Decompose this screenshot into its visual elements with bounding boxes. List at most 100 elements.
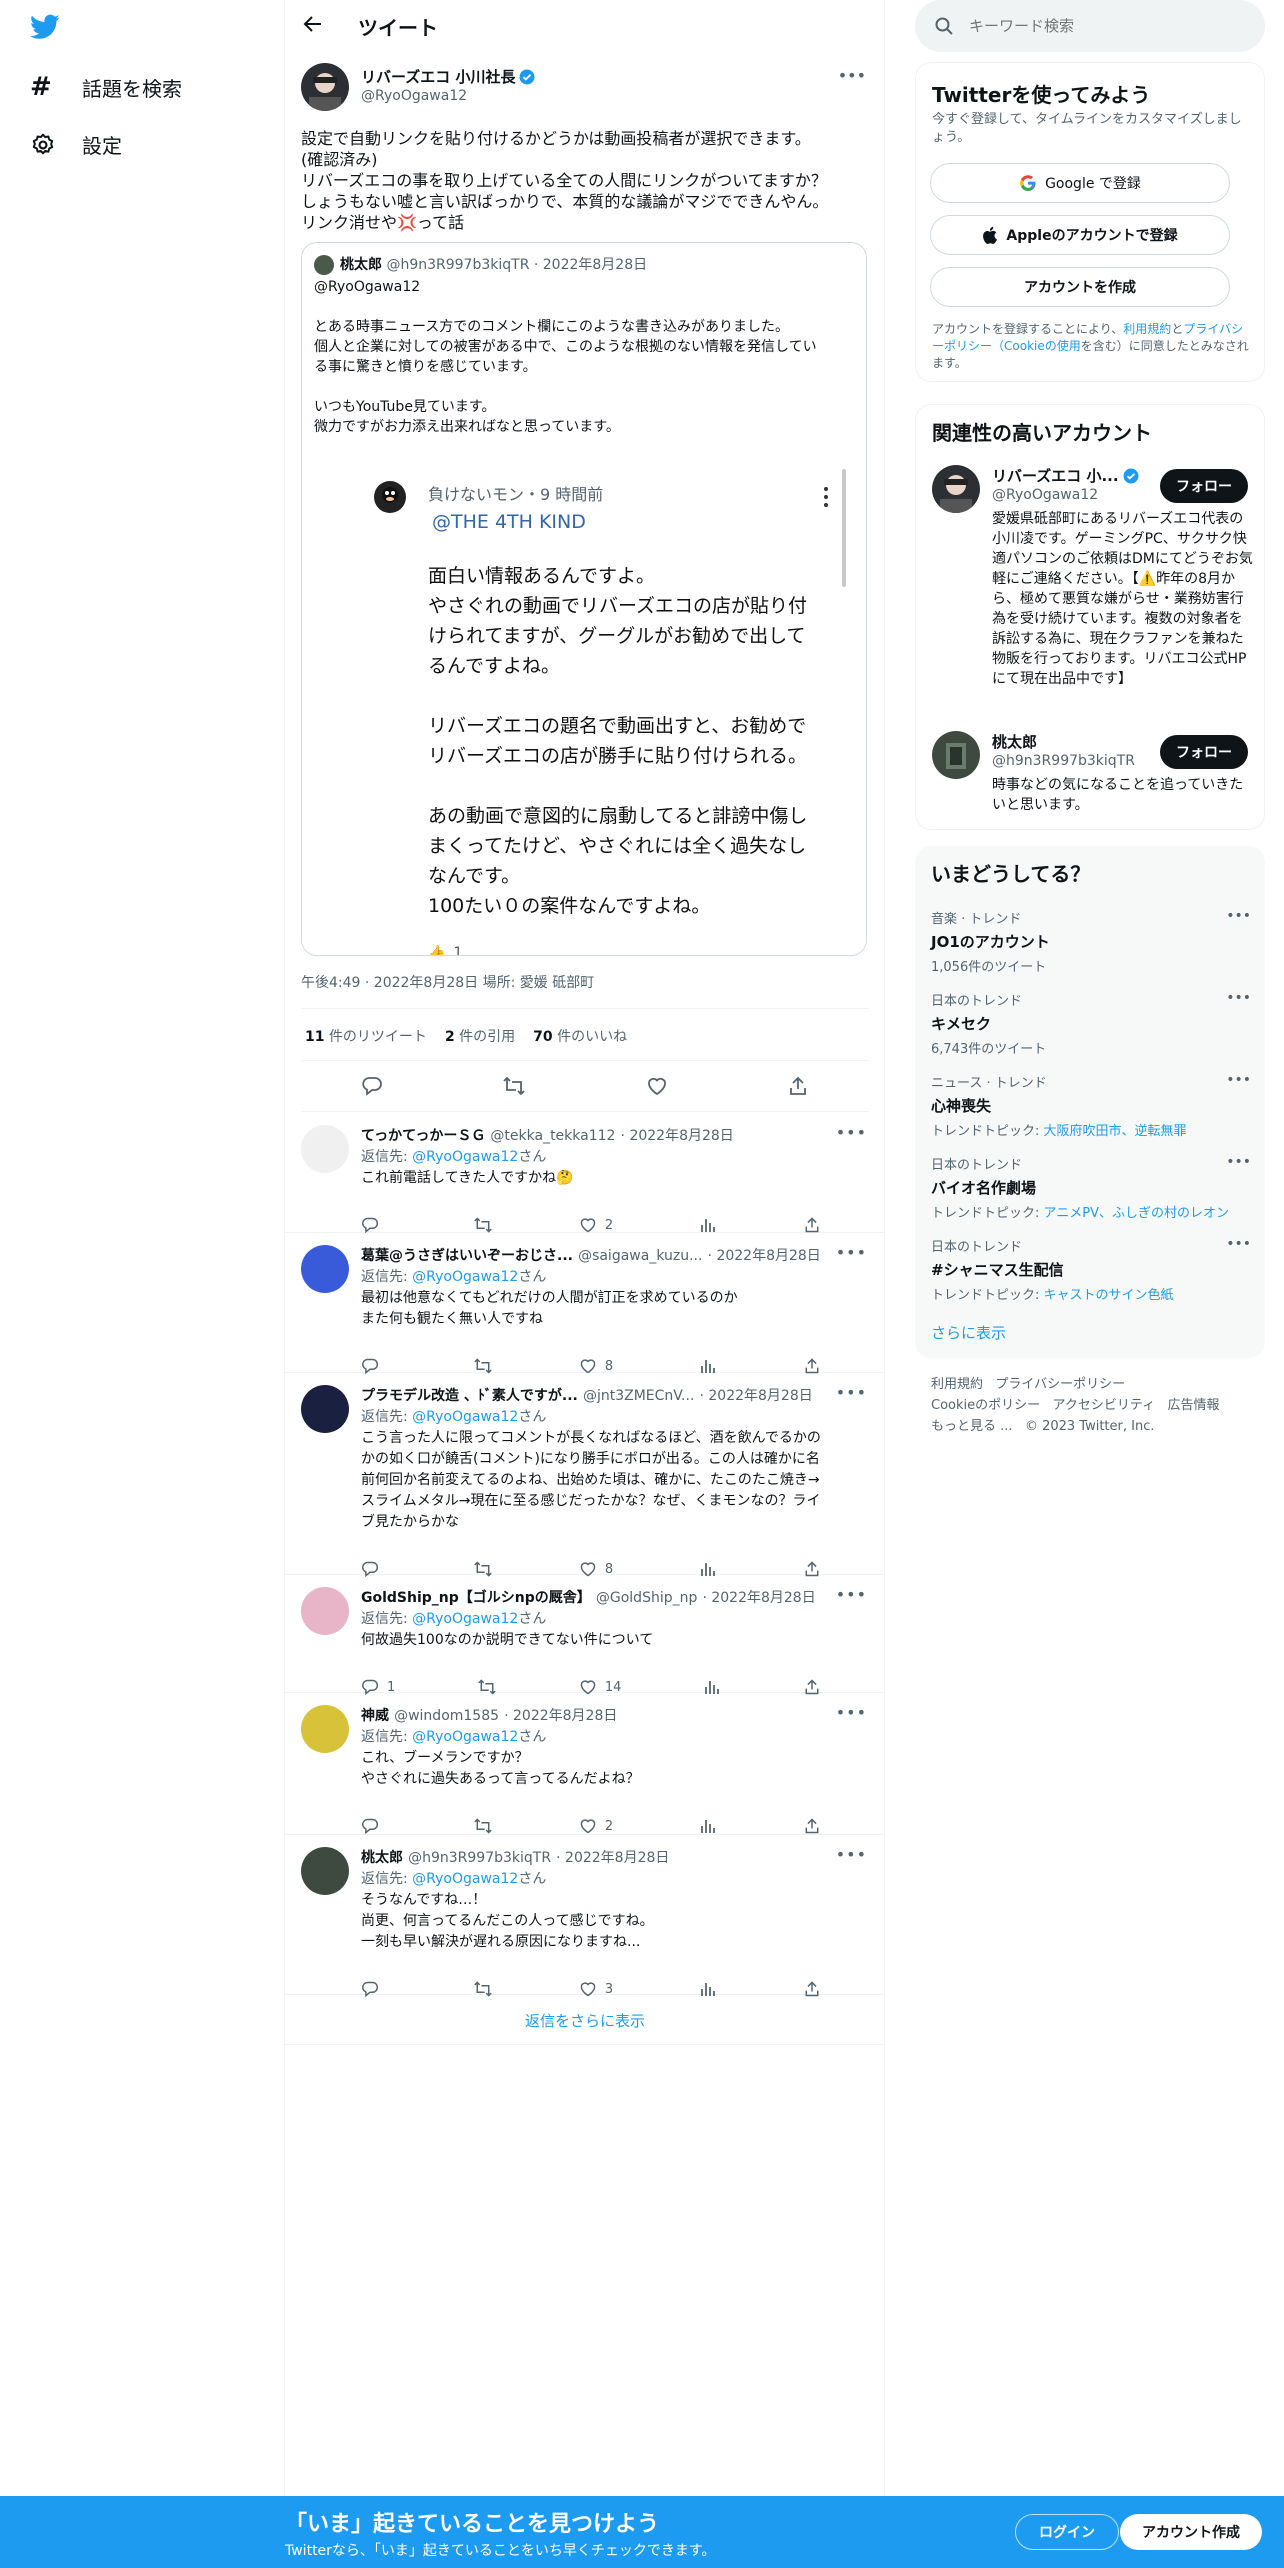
avatar[interactable]: [301, 1385, 349, 1433]
reply-date[interactable]: · 2022年8月28日: [702, 1590, 815, 1606]
reply-display-name[interactable]: 葛葉@うさぎはいいぞーおじさ...: [361, 1248, 573, 1264]
reply-icon[interactable]: [361, 1075, 383, 1097]
footer-link[interactable]: 利用規約: [931, 1377, 983, 1392]
reply-handle[interactable]: @tekka_tekka112: [490, 1128, 615, 1144]
footer-link[interactable]: 広告情報: [1168, 1398, 1220, 1413]
search-box[interactable]: [915, 0, 1265, 52]
reply-date[interactable]: · 2022年8月28日: [699, 1388, 812, 1404]
reply-to-mention[interactable]: @RyoOgawa12: [412, 1149, 518, 1165]
nav-settings[interactable]: 設定: [30, 130, 122, 159]
google-signup-button[interactable]: Google で登録: [930, 163, 1230, 203]
search-input[interactable]: [969, 14, 1239, 38]
avatar[interactable]: [301, 1847, 349, 1895]
avatar[interactable]: [301, 1125, 349, 1173]
show-more-replies-link[interactable]: 返信をさらに表示: [285, 2010, 885, 2031]
more-options-icon[interactable]: •••: [836, 1585, 867, 1604]
reply-tweet[interactable]: 桃太郎 @h9n3R997b3kiqTR · 2022年8月28日 ••• 返信…: [285, 1835, 885, 1998]
trend-item[interactable]: 日本のトレンド #シャニマス生配信 トレンドトピック: キャストのサイン色紙 •…: [931, 1236, 1251, 1303]
trend-item[interactable]: 音楽 · トレンド JO1のアカウント 1,056件のツイート •••: [931, 908, 1251, 975]
tweet-timestamp[interactable]: 午後4:49 · 2022年8月28日 場所: 愛媛 砥部町: [301, 972, 594, 992]
trends-show-more[interactable]: さらに表示: [931, 1322, 1006, 1343]
reply-display-name[interactable]: GoldShip_np【ゴルシnpの厩舎】: [361, 1590, 591, 1606]
retweet-icon[interactable]: [502, 1075, 526, 1097]
reply-to-mention[interactable]: @RyoOgawa12: [412, 1871, 518, 1887]
nav-explore[interactable]: # 話題を検索: [30, 72, 182, 102]
footer-more-link[interactable]: もっと見る ...: [931, 1419, 1013, 1434]
more-options-icon[interactable]: •••: [836, 1123, 867, 1142]
author-name-row[interactable]: リバーズエコ 小川社長: [361, 66, 535, 87]
avatar[interactable]: [301, 1705, 349, 1753]
create-account-button[interactable]: アカウントを作成: [930, 267, 1230, 307]
reply-date[interactable]: · 2022年8月28日: [504, 1708, 617, 1724]
reply-action[interactable]: [361, 1817, 387, 1835]
views-action[interactable]: [699, 1216, 717, 1234]
related-avatar[interactable]: [932, 465, 980, 513]
reply-action[interactable]: [361, 1216, 387, 1234]
quotes-stat[interactable]: 2 件の引用: [445, 1026, 515, 1046]
share-icon[interactable]: [787, 1075, 809, 1097]
login-button[interactable]: ログイン: [1015, 2514, 1119, 2550]
trend-item[interactable]: 日本のトレンド バイオ名作劇場 トレンドトピック: アニメPV、ふしぎの村のレオ…: [931, 1154, 1251, 1221]
reply-to-mention[interactable]: @RyoOgawa12: [412, 1269, 518, 1285]
reply-tweet[interactable]: てっかてっかーＳＧ @tekka_tekka112 · 2022年8月28日 •…: [285, 1113, 885, 1234]
more-options-icon[interactable]: •••: [1226, 1072, 1251, 1088]
like-action[interactable]: 2: [579, 1216, 613, 1234]
footer-link[interactable]: プライバシーポリシー: [995, 1377, 1125, 1392]
avatar[interactable]: [301, 1587, 349, 1635]
reply-to-mention[interactable]: @RyoOgawa12: [412, 1409, 518, 1425]
terms-link[interactable]: 利用規約: [1123, 322, 1171, 336]
trend-topic[interactable]: アニメPV、ふしぎの村のレオン: [1044, 1206, 1229, 1221]
signup-button[interactable]: アカウント作成: [1120, 2514, 1262, 2550]
reply-handle[interactable]: @saigawa_kuzu...: [578, 1248, 702, 1264]
related-name[interactable]: 桃太郎: [992, 731, 1037, 752]
retweet-action[interactable]: [473, 1216, 493, 1234]
more-options-icon[interactable]: •••: [1226, 990, 1251, 1006]
views-action[interactable]: [699, 1817, 717, 1835]
like-action[interactable]: 2: [579, 1817, 613, 1835]
footer-link[interactable]: Cookieのポリシー: [931, 1398, 1040, 1413]
reply-tweet[interactable]: GoldShip_np【ゴルシnpの厩舎】 @GoldShip_np · 202…: [285, 1575, 885, 1696]
reply-handle[interactable]: @windom1585: [394, 1708, 499, 1724]
retweet-action[interactable]: [473, 1980, 493, 1998]
reply-tweet[interactable]: 葛葉@うさぎはいいぞーおじさ... @saigawa_kuzu... · 202…: [285, 1233, 885, 1375]
share-action[interactable]: [803, 1980, 821, 1998]
more-options-icon[interactable]: •••: [1226, 1236, 1251, 1252]
more-options-icon[interactable]: •••: [836, 1703, 867, 1722]
twitter-logo-icon[interactable]: [30, 14, 60, 40]
quote-tweet-card[interactable]: 桃太郎 @h9n3R997b3kiqTR · 2022年8月28日 @RyoOg…: [301, 242, 867, 956]
likes-stat[interactable]: 70 件のいいね: [533, 1026, 627, 1046]
reply-handle[interactable]: @GoldShip_np: [596, 1590, 698, 1606]
reply-to-mention[interactable]: @RyoOgawa12: [412, 1611, 518, 1627]
like-icon[interactable]: [646, 1075, 668, 1097]
more-options-icon[interactable]: •••: [836, 1243, 867, 1262]
retweet-action[interactable]: [473, 1817, 493, 1835]
reply-handle[interactable]: @jnt3ZMECnV...: [583, 1388, 694, 1404]
trend-topic[interactable]: 大阪府吹田市、逆転無罪: [1044, 1124, 1187, 1139]
reply-date[interactable]: · 2022年8月28日: [708, 1248, 821, 1264]
reply-handle[interactable]: @h9n3R997b3kiqTR: [408, 1850, 551, 1866]
reply-action[interactable]: [361, 1980, 387, 1998]
reply-display-name[interactable]: プラモデル改造 、ﾄﾞ素人ですが...: [361, 1388, 578, 1404]
back-arrow-icon[interactable]: [303, 14, 323, 34]
related-name-row[interactable]: リバーズエコ 小...: [992, 465, 1139, 486]
avatar[interactable]: [301, 63, 349, 111]
avatar[interactable]: [301, 1245, 349, 1293]
more-options-icon[interactable]: •••: [836, 1845, 867, 1864]
trend-topic[interactable]: キャストのサイン色紙: [1044, 1288, 1174, 1303]
reply-tweet[interactable]: プラモデル改造 、ﾄﾞ素人ですが... @jnt3ZMECnV... · 202…: [285, 1373, 885, 1578]
follow-button[interactable]: フォロー: [1160, 469, 1248, 503]
like-action[interactable]: 3: [579, 1980, 613, 1998]
reply-display-name[interactable]: 神威: [361, 1708, 389, 1724]
retweets-stat[interactable]: 11 件のリツイート: [305, 1026, 427, 1046]
reply-display-name[interactable]: てっかてっかーＳＧ: [361, 1128, 485, 1144]
trend-item[interactable]: 日本のトレンド キメセク 6,743件のツイート •••: [931, 990, 1251, 1057]
reply-date[interactable]: · 2022年8月28日: [621, 1128, 734, 1144]
reply-display-name[interactable]: 桃太郎: [361, 1850, 403, 1866]
share-action[interactable]: [803, 1216, 821, 1234]
follow-button[interactable]: フォロー: [1160, 735, 1248, 769]
more-options-icon[interactable]: •••: [1226, 1154, 1251, 1170]
reply-date[interactable]: · 2022年8月28日: [556, 1850, 669, 1866]
views-action[interactable]: [699, 1980, 717, 1998]
quote-media-screenshot[interactable]: 負けないモン・9 時間前 @THE 4TH KIND 面白い情報あるんですよ。 …: [302, 469, 866, 955]
share-action[interactable]: [803, 1817, 821, 1835]
